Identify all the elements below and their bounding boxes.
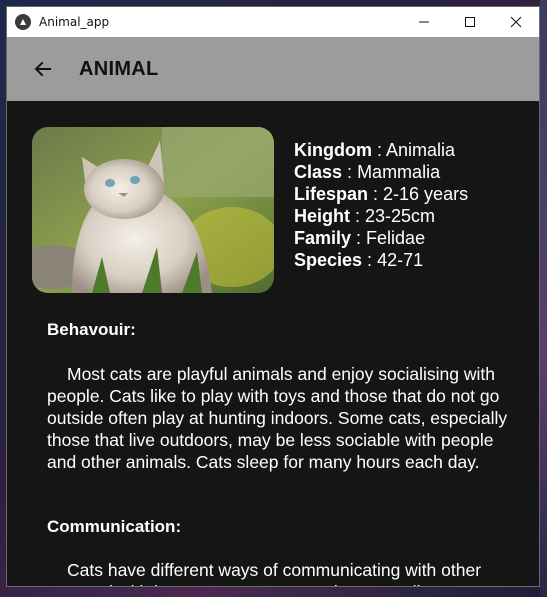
communication-heading: Communication: (47, 517, 182, 536)
behaviour-heading: Behavouir: (47, 320, 136, 339)
page-title: ANIMAL (79, 57, 159, 80)
arrow-left-icon (34, 61, 51, 77)
fact-family: Family : Felidae (294, 228, 426, 248)
app-window: Animal_app ANIMAL Kingdom: Animalia Cla… (6, 6, 540, 587)
title-bar[interactable]: Animal_app (7, 7, 539, 37)
fact-height: Height : 23-25cm (294, 206, 436, 226)
maximize-icon (465, 17, 475, 27)
app-logo-icon (15, 14, 31, 30)
app-bar: ANIMAL (7, 37, 539, 101)
back-button[interactable] (31, 57, 55, 81)
window-title: Animal_app (39, 15, 110, 29)
fact-species: Species : 42-71 (294, 250, 424, 270)
minimize-icon (419, 21, 429, 23)
minimize-button[interactable] (401, 7, 447, 37)
fact-class: Class : Mammalia (294, 162, 441, 182)
facts-list: Kingdom : Animalia Class : Mammalia Life… (294, 139, 468, 271)
fact-kingdom: Kingdom : Animalia (294, 140, 456, 160)
maximize-button[interactable] (447, 7, 493, 37)
animal-detail: Kingdom : Animalia Class : Mammalia Life… (7, 101, 539, 586)
desktop-background (540, 0, 547, 597)
fact-lifespan: Lifespan : 2-16 years (294, 184, 469, 204)
communication-text: Cats have different ways of communicatin… (47, 560, 482, 586)
cat-photo (32, 127, 274, 293)
close-button[interactable] (493, 7, 539, 37)
close-icon (510, 16, 522, 28)
behaviour-text: Most cats are playful animals and enjoy … (47, 364, 508, 472)
